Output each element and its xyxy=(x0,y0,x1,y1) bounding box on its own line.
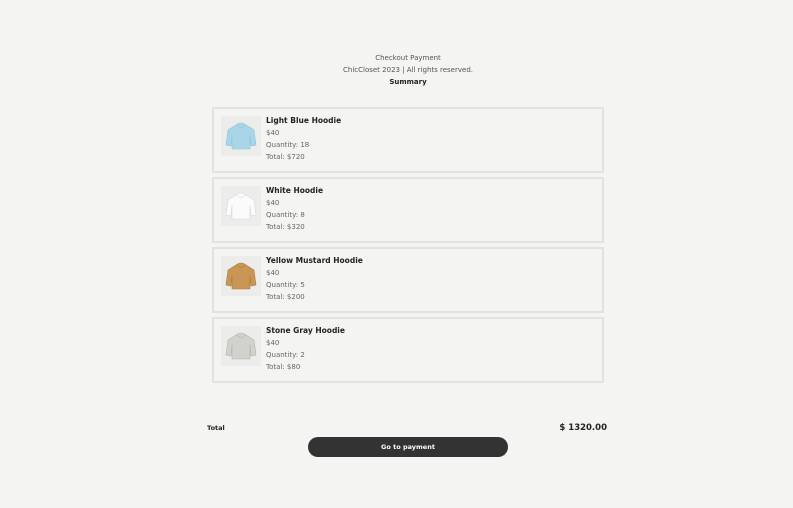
item-info: Stone Gray Hoodie $40 Quantity: 2 Total:… xyxy=(266,325,345,373)
product-image xyxy=(221,326,261,366)
product-image xyxy=(221,186,261,226)
copyright-text: ChicCloset 2023 | All rights reserved. xyxy=(343,66,473,74)
item-info: White Hoodie $40 Quantity: 8 Total: $320 xyxy=(266,185,323,233)
item-name: Yellow Mustard Hoodie xyxy=(266,256,363,265)
page-header: Checkout Payment ChicCloset 2023 | All r… xyxy=(0,52,793,88)
cart-item-list: Light Blue Hoodie $40 Quantity: 18 Total… xyxy=(212,107,604,387)
item-total: Total: $200 xyxy=(266,293,305,301)
item-price: $40 xyxy=(266,269,280,277)
item-total: Total: $80 xyxy=(266,363,301,371)
item-quantity: Quantity: 8 xyxy=(266,211,305,219)
item-quantity: Quantity: 18 xyxy=(266,141,310,149)
page-title: Checkout Payment xyxy=(375,54,441,62)
item-name: Stone Gray Hoodie xyxy=(266,326,345,335)
item-quantity: Quantity: 2 xyxy=(266,351,305,359)
light-blue-hoodie-icon xyxy=(225,122,257,150)
total-value: $ 1320.00 xyxy=(559,423,607,433)
item-info: Light Blue Hoodie $40 Quantity: 18 Total… xyxy=(266,115,341,163)
white-hoodie-icon xyxy=(225,192,257,220)
item-total: Total: $320 xyxy=(266,223,305,231)
mustard-hoodie-icon xyxy=(225,262,257,290)
item-info: Yellow Mustard Hoodie $40 Quantity: 5 To… xyxy=(266,255,363,303)
cart-item: White Hoodie $40 Quantity: 8 Total: $320 xyxy=(212,177,604,243)
item-price: $40 xyxy=(266,129,280,137)
item-quantity: Quantity: 5 xyxy=(266,281,305,289)
item-price: $40 xyxy=(266,199,280,207)
item-name: Light Blue Hoodie xyxy=(266,116,342,125)
cart-item: Stone Gray Hoodie $40 Quantity: 2 Total:… xyxy=(212,317,604,383)
go-to-payment-button[interactable]: Go to payment xyxy=(308,437,508,457)
total-label: Total xyxy=(207,424,225,432)
product-image xyxy=(221,116,261,156)
gray-hoodie-icon xyxy=(225,332,257,360)
summary-heading: Summary xyxy=(389,78,427,86)
item-name: White Hoodie xyxy=(266,186,324,195)
cart-item: Light Blue Hoodie $40 Quantity: 18 Total… xyxy=(212,107,604,173)
cart-item: Yellow Mustard Hoodie $40 Quantity: 5 To… xyxy=(212,247,604,313)
product-image xyxy=(221,256,261,296)
item-price: $40 xyxy=(266,339,280,347)
item-total: Total: $720 xyxy=(266,153,305,161)
